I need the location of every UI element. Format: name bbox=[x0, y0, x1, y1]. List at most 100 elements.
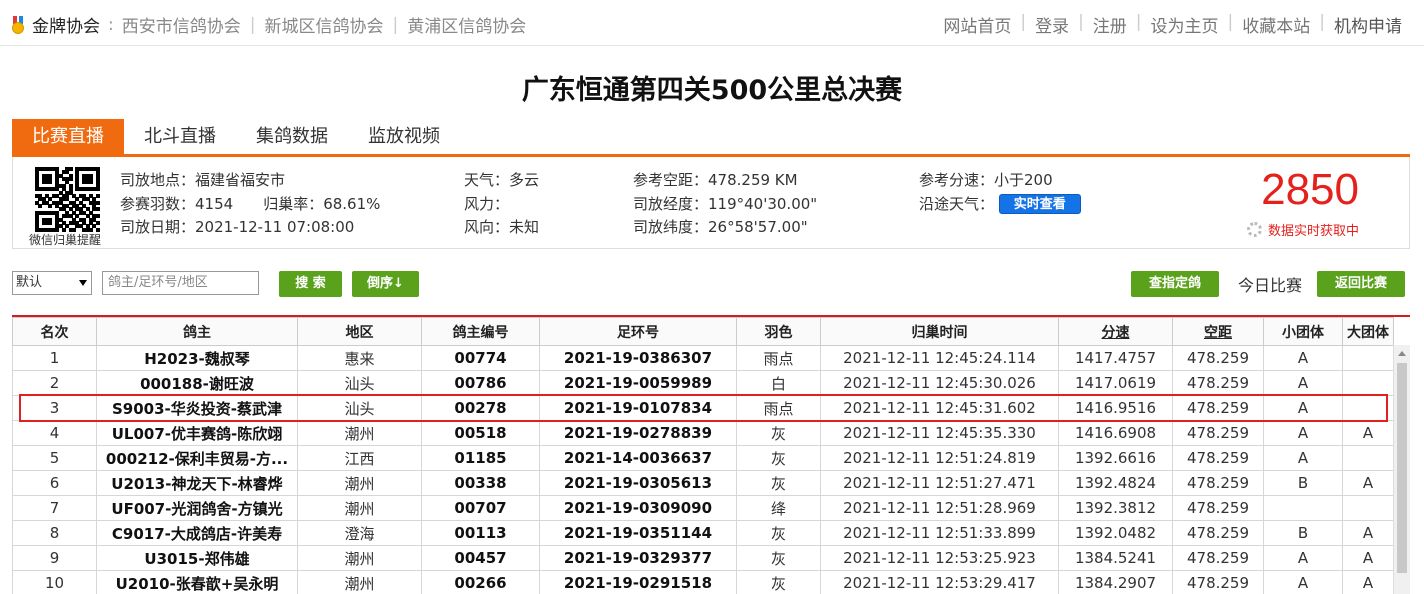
cell-speed: 1384.5241 bbox=[1058, 545, 1173, 571]
cell-large-group: A bbox=[1342, 545, 1394, 571]
scrollbar-thumb[interactable] bbox=[1397, 363, 1407, 573]
cell-small-group: A bbox=[1263, 395, 1343, 421]
col-header-distance[interactable]: 空距 bbox=[1172, 317, 1264, 346]
cell-ring: 2021-19-0305613 bbox=[539, 470, 737, 496]
divider: | bbox=[392, 14, 399, 35]
chevron-down-icon bbox=[79, 280, 87, 286]
table-row[interactable]: 9 U3015-郑伟雄 潮州 00457 2021-19-0329377 灰 2021-12… bbox=[12, 545, 1394, 571]
sort-select-value: 默认 bbox=[16, 275, 43, 290]
assoc-link-xincheng[interactable]: 新城区信鸽协会 bbox=[264, 12, 383, 37]
cell-rank: 5 bbox=[12, 445, 97, 471]
cell-small-group: B bbox=[1263, 520, 1343, 546]
cell-distance: 478.259 bbox=[1172, 345, 1264, 371]
bookmark-link[interactable]: 收藏本站 bbox=[1242, 12, 1310, 37]
info-col-4: 参考分速：小于200 沿途天气： 实时查看 bbox=[919, 169, 1081, 216]
assoc-link-xian[interactable]: 西安市信鸽协会 bbox=[122, 12, 241, 37]
col-header-speed-label: 分速 bbox=[1101, 324, 1130, 341]
table-row[interactable]: 5 000212-保利丰贸易-方... 江西 01185 2021-14-0036637… bbox=[12, 445, 1394, 471]
cell-distance: 478.259 bbox=[1172, 395, 1264, 421]
search-toolbar: 默认 鸽主/足环号/地区 搜 索 倒序↓ 查指定鸽 今日比赛 返回比赛 bbox=[12, 270, 1410, 298]
cell-owner-id: 00774 bbox=[421, 345, 540, 371]
cell-region: 潮州 bbox=[297, 470, 422, 496]
return-rate: 归巢率：68.61% bbox=[263, 194, 381, 213]
cell-small-group bbox=[1263, 495, 1343, 521]
cell-ring: 2021-14-0036637 bbox=[539, 445, 737, 471]
table-row[interactable]: 3 S9003-华炎投资-蔡武津 汕头 00278 2021-19-0107834 雨点 2… bbox=[12, 395, 1394, 421]
cell-color: 白 bbox=[736, 370, 821, 396]
cell-owner: U2013-神龙天下-林睿烨 bbox=[96, 470, 298, 496]
cell-speed: 1384.2907 bbox=[1058, 570, 1173, 594]
col-header-speed[interactable]: 分速 bbox=[1058, 317, 1173, 346]
cell-owner: C9017-大成鸽店-许美寿 bbox=[96, 520, 298, 546]
cell-large-group: A bbox=[1342, 520, 1394, 546]
cell-region: 江西 bbox=[297, 445, 422, 471]
loading-spinner-icon bbox=[1246, 222, 1262, 237]
tab-beidou-live[interactable]: 北斗直播 bbox=[124, 119, 236, 154]
cell-arrival: 2021-12-11 12:53:25.923 bbox=[820, 545, 1059, 571]
table-row[interactable]: 6 U2013-神龙天下-林睿烨 潮州 00338 2021-19-0305613 灰 20… bbox=[12, 470, 1394, 496]
cell-region: 潮州 bbox=[297, 570, 422, 594]
sort-select[interactable]: 默认 bbox=[12, 271, 92, 295]
qr-label: 微信归巢提醒 bbox=[29, 233, 102, 247]
today-race-label[interactable]: 今日比赛 bbox=[1238, 272, 1302, 296]
divider: | bbox=[1020, 12, 1027, 32]
org-apply-link[interactable]: 机构申请 bbox=[1334, 12, 1402, 37]
cell-ring: 2021-19-0278839 bbox=[539, 420, 737, 446]
cell-owner-id: 00338 bbox=[421, 470, 540, 496]
col-header-small-group: 小团体 bbox=[1263, 317, 1343, 346]
table-row[interactable]: 10 U2010-张春歆+吴永明 潮州 00266 2021-19-0291518 灰 20… bbox=[12, 570, 1394, 594]
cell-large-group bbox=[1342, 370, 1394, 396]
cell-large-group bbox=[1342, 395, 1394, 421]
cell-region: 澄海 bbox=[297, 520, 422, 546]
col-header-distance-label: 空距 bbox=[1204, 324, 1232, 341]
cell-small-group: A bbox=[1263, 545, 1343, 571]
col-header-owner-id: 鸽主编号 bbox=[421, 317, 540, 346]
table-row[interactable]: 8 C9017-大成鸽店-许美寿 澄海 00113 2021-19-0351144 灰 20… bbox=[12, 520, 1394, 546]
table-scrollbar[interactable] bbox=[1393, 345, 1410, 594]
cell-color: 绛 bbox=[736, 495, 821, 521]
home-link[interactable]: 网站首页 bbox=[943, 12, 1011, 37]
search-button[interactable]: 搜 索 bbox=[279, 271, 342, 297]
association-links: 金牌协会 : 西安市信鸽协会 | 新城区信鸽协会 | 黄浦区信鸽协会 bbox=[10, 12, 526, 37]
table-row[interactable]: 4 UL007-优丰赛鸽-陈欣翊 潮州 00518 2021-19-0278839 灰 20… bbox=[12, 420, 1394, 446]
back-to-race-button[interactable]: 返回比赛 bbox=[1317, 271, 1405, 297]
cell-small-group: B bbox=[1263, 470, 1343, 496]
cell-speed: 1392.4824 bbox=[1058, 470, 1173, 496]
cell-color: 雨点 bbox=[736, 395, 821, 421]
info-col-2: 天气：多云 风力： 风向：未知 bbox=[464, 169, 539, 240]
qr-code-icon[interactable] bbox=[35, 167, 100, 232]
cell-owner-id: 00278 bbox=[421, 395, 540, 421]
assoc-link-huangpu[interactable]: 黄浦区信鸽协会 bbox=[407, 12, 526, 37]
cell-arrival: 2021-12-11 12:45:31.602 bbox=[820, 395, 1059, 421]
route-weather-label: 沿途天气： bbox=[919, 194, 995, 213]
cell-ring: 2021-19-0351144 bbox=[539, 520, 737, 546]
col-header-large-group: 大团体 bbox=[1342, 317, 1394, 346]
realtime-view-button[interactable]: 实时查看 bbox=[998, 194, 1081, 214]
cell-rank: 7 bbox=[12, 495, 97, 521]
table-row[interactable]: 7 UF007-光润鸽舍-方镇光 潮州 00707 2021-19-0309090 绛 20… bbox=[12, 495, 1394, 521]
tab-race-live[interactable]: 比赛直播 bbox=[12, 119, 124, 154]
reverse-sort-button[interactable]: 倒序↓ bbox=[352, 271, 419, 297]
scroll-up-icon[interactable] bbox=[1398, 351, 1406, 356]
table-row[interactable]: 1 H2023-魏叔琴 惠来 00774 2021-19-0386307 雨点 2021-1… bbox=[12, 345, 1394, 371]
tab-release-video[interactable]: 监放视频 bbox=[348, 119, 460, 154]
cell-owner-id: 00266 bbox=[421, 570, 540, 594]
tab-collection-data[interactable]: 集鸽数据 bbox=[236, 119, 348, 154]
login-link[interactable]: 登录 bbox=[1035, 12, 1069, 37]
table-row[interactable]: 2 000188-谢旺波 汕头 00786 2021-19-0059989 白 2021-1… bbox=[12, 370, 1394, 396]
search-input[interactable]: 鸽主/足环号/地区 bbox=[102, 271, 259, 295]
top-bar: 金牌协会 : 西安市信鸽协会 | 新城区信鸽协会 | 黄浦区信鸽协会 网站首页 … bbox=[0, 0, 1424, 46]
cell-small-group: A bbox=[1263, 420, 1343, 446]
cell-owner: H2023-魏叔琴 bbox=[96, 345, 298, 371]
cell-distance: 478.259 bbox=[1172, 445, 1264, 471]
cell-large-group: A bbox=[1342, 570, 1394, 594]
weather: 天气：多云 bbox=[464, 171, 540, 189]
cell-small-group: A bbox=[1263, 370, 1343, 396]
brand-separator: : bbox=[108, 14, 114, 35]
tab-bar: 比赛直播 北斗直播 集鸽数据 监放视频 bbox=[12, 119, 1410, 157]
set-homepage-link[interactable]: 设为主页 bbox=[1151, 12, 1219, 37]
locate-pigeon-button[interactable]: 查指定鸽 bbox=[1131, 271, 1219, 297]
cell-color: 灰 bbox=[736, 470, 821, 496]
register-link[interactable]: 注册 bbox=[1093, 12, 1127, 37]
cell-owner-id: 00457 bbox=[421, 545, 540, 571]
